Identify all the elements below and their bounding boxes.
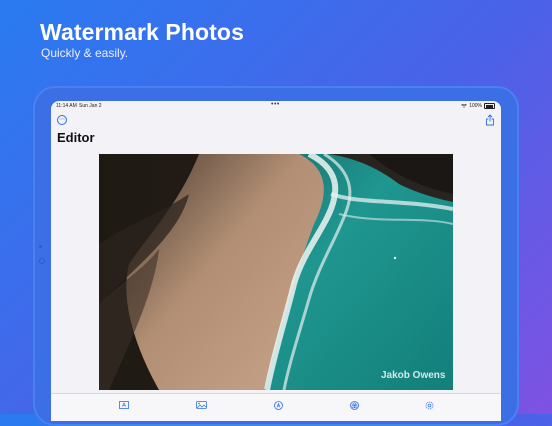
- status-date: Sun Jan 2: [79, 103, 102, 109]
- more-button[interactable]: ⋯: [57, 115, 67, 125]
- side-button: [39, 258, 45, 264]
- hero-title: Watermark Photos: [40, 19, 244, 45]
- ellipsis-icon: ⋯: [59, 117, 65, 123]
- app-screen: 11:14 AM Sun Jan 2 ••• 100% ⋯ Editor Jak…: [51, 101, 501, 421]
- status-bar: 11:14 AM Sun Jan 2 ••• 100%: [51, 101, 501, 111]
- tab-font[interactable]: [271, 399, 285, 411]
- tab-bar: [51, 393, 501, 421]
- text-icon: [119, 401, 129, 409]
- hero-subtitle: Quickly & easily.: [41, 46, 129, 60]
- color-icon: [349, 400, 359, 410]
- tab-text[interactable]: [117, 399, 131, 411]
- tab-image[interactable]: [194, 399, 208, 411]
- side-camera-dot: [39, 245, 42, 248]
- image-icon: [195, 401, 207, 409]
- status-time: 11:14 AM: [56, 103, 77, 109]
- watermark-text[interactable]: Jakob Owens: [381, 370, 445, 381]
- editor-title: Editor: [57, 130, 95, 145]
- status-right: 100%: [461, 103, 495, 109]
- battery-percent: 100%: [469, 103, 482, 109]
- battery-icon: [484, 103, 495, 109]
- beach-aerial-image: [99, 154, 453, 390]
- tab-color[interactable]: [347, 399, 361, 411]
- font-icon: [273, 400, 283, 410]
- wifi-icon: [461, 104, 468, 108]
- settings-icon: [425, 401, 433, 409]
- photo-canvas[interactable]: Jakob Owens: [99, 154, 453, 390]
- multitasking-dots-icon[interactable]: •••: [271, 101, 280, 108]
- tab-settings[interactable]: [422, 399, 436, 411]
- share-icon[interactable]: [485, 114, 495, 126]
